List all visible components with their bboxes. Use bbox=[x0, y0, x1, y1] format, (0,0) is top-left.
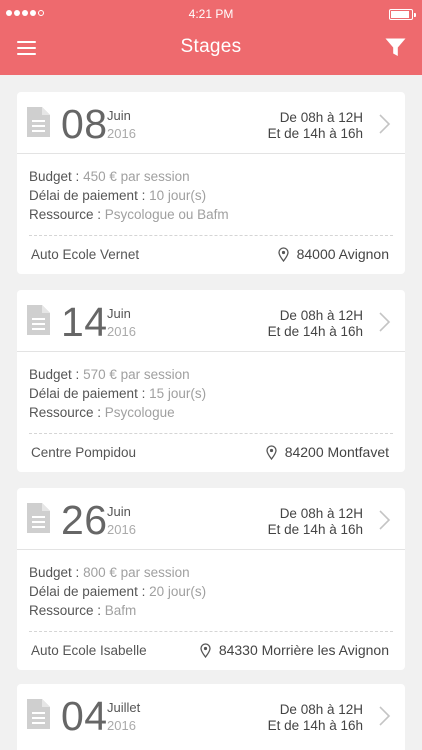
chevron-right-icon[interactable] bbox=[379, 114, 391, 134]
status-bar: 4:21 PM bbox=[0, 0, 422, 26]
budget-label: Budget : bbox=[29, 367, 80, 382]
stage-day: 08 bbox=[61, 101, 108, 147]
stage-place: Centre Pompidou bbox=[31, 445, 137, 460]
stage-month: Juillet bbox=[107, 700, 141, 715]
stage-hours-afternoon: Et de 14h à 16h bbox=[267, 324, 363, 339]
page-title: Stages bbox=[180, 36, 242, 57]
stage-location[interactable]: 84000 Avignon bbox=[277, 246, 389, 262]
budget-value: 570 € par session bbox=[83, 367, 190, 382]
stage-hours-morning: De 08h à 12H bbox=[279, 110, 363, 125]
stage-footer: Auto Ecole Vernet 84000 Avignon bbox=[17, 236, 405, 274]
delai-value: 15 jour(s) bbox=[149, 386, 207, 401]
ressource-value: Bafm bbox=[104, 603, 137, 618]
document-icon bbox=[27, 503, 50, 533]
ressource-value: Psycologue bbox=[104, 405, 175, 420]
delai-label: Délai de paiement : bbox=[29, 386, 146, 401]
ressource-label: Ressource : bbox=[29, 207, 102, 222]
stage-hours: De 08h à 12H Et de 14h à 16h bbox=[268, 506, 363, 538]
stage-card[interactable]: 14 Juin 2016 De 08h à 12H Et de 14h à 16… bbox=[17, 290, 405, 472]
stage-hours: De 08h à 12H Et de 14h à 16h bbox=[268, 702, 363, 734]
stage-hours: De 08h à 12H Et de 14h à 16h bbox=[268, 308, 363, 340]
delai-value: 10 jour(s) bbox=[149, 188, 207, 203]
chevron-right-icon[interactable] bbox=[379, 510, 391, 530]
stage-day: 26 bbox=[61, 497, 108, 543]
budget-value: 450 € par session bbox=[83, 169, 190, 184]
stage-month: Juin bbox=[107, 306, 131, 321]
filter-icon[interactable] bbox=[385, 38, 406, 57]
chevron-right-icon[interactable] bbox=[379, 706, 391, 726]
stage-hours: De 08h à 12H Et de 14h à 16h bbox=[268, 110, 363, 142]
stage-card-header[interactable]: 08 Juin 2016 De 08h à 12H Et de 14h à 16… bbox=[17, 92, 405, 154]
budget-value: 800 € par session bbox=[83, 565, 190, 580]
stage-hours-afternoon: Et de 14h à 16h bbox=[267, 126, 363, 141]
delai-label: Délai de paiement : bbox=[29, 584, 146, 599]
stage-year: 2016 bbox=[107, 718, 136, 733]
stage-day: 04 bbox=[61, 693, 108, 739]
stage-footer: Centre Pompidou 84200 Montfavet bbox=[17, 434, 405, 472]
stage-footer: Auto Ecole Isabelle 84330 Morrière les A… bbox=[17, 632, 405, 670]
stage-details: Budget : 800 € par session Délai de paie… bbox=[29, 563, 206, 620]
delai-value: 20 jour(s) bbox=[149, 584, 207, 599]
delai-label: Délai de paiement : bbox=[29, 188, 146, 203]
ressource-label: Ressource : bbox=[29, 603, 102, 618]
stage-hours-morning: De 08h à 12H bbox=[279, 506, 363, 521]
document-icon bbox=[27, 699, 50, 729]
stage-card[interactable]: 04 Juillet 2016 De 08h à 12H Et de 14h à… bbox=[17, 684, 405, 750]
stage-place: Auto Ecole Isabelle bbox=[31, 643, 147, 658]
stage-year: 2016 bbox=[107, 324, 136, 339]
stage-month: Juin bbox=[107, 504, 131, 519]
stage-hours-morning: De 08h à 12H bbox=[279, 702, 363, 717]
stage-place: Auto Ecole Vernet bbox=[31, 247, 140, 262]
document-icon bbox=[27, 305, 50, 335]
budget-label: Budget : bbox=[29, 565, 80, 580]
stage-location[interactable]: 84200 Montfavet bbox=[266, 444, 389, 460]
location-pin-icon bbox=[200, 642, 211, 658]
location-pin-icon bbox=[266, 444, 277, 460]
stage-month: Juin bbox=[107, 108, 131, 123]
stage-hours-afternoon: Et de 14h à 16h bbox=[267, 522, 363, 537]
stage-day: 14 bbox=[61, 299, 108, 345]
app-bar: Stages bbox=[0, 26, 422, 75]
document-icon bbox=[27, 107, 50, 137]
stage-location-text: 84330 Morrière les Avignon bbox=[218, 642, 389, 658]
stage-location[interactable]: 84330 Morrière les Avignon bbox=[200, 642, 389, 658]
stage-year: 2016 bbox=[107, 522, 136, 537]
ressource-value: Psycologue ou Bafm bbox=[104, 207, 229, 222]
ressource-label: Ressource : bbox=[29, 405, 102, 420]
stage-location-text: 84200 Montfavet bbox=[284, 444, 389, 460]
stage-location-text: 84000 Avignon bbox=[296, 246, 389, 262]
stage-hours-morning: De 08h à 12H bbox=[279, 308, 363, 323]
stage-card[interactable]: 26 Juin 2016 De 08h à 12H Et de 14h à 16… bbox=[17, 488, 405, 670]
chevron-right-icon[interactable] bbox=[379, 312, 391, 332]
battery-icon bbox=[389, 9, 416, 20]
stage-hours-afternoon: Et de 14h à 16h bbox=[267, 718, 363, 733]
stage-details: Budget : 450 € par session Délai de paie… bbox=[29, 167, 229, 224]
stage-card-header[interactable]: 14 Juin 2016 De 08h à 12H Et de 14h à 16… bbox=[17, 290, 405, 352]
stage-card-header[interactable]: 26 Juin 2016 De 08h à 12H Et de 14h à 16… bbox=[17, 488, 405, 550]
stage-year: 2016 bbox=[107, 126, 136, 141]
budget-label: Budget : bbox=[29, 169, 80, 184]
stage-details: Budget : 570 € par session Délai de paie… bbox=[29, 365, 206, 422]
stage-card-header[interactable]: 04 Juillet 2016 De 08h à 12H Et de 14h à… bbox=[17, 684, 405, 746]
location-pin-icon bbox=[277, 246, 289, 262]
status-time: 4:21 PM bbox=[188, 7, 234, 21]
stage-card[interactable]: 08 Juin 2016 De 08h à 12H Et de 14h à 16… bbox=[17, 92, 405, 274]
